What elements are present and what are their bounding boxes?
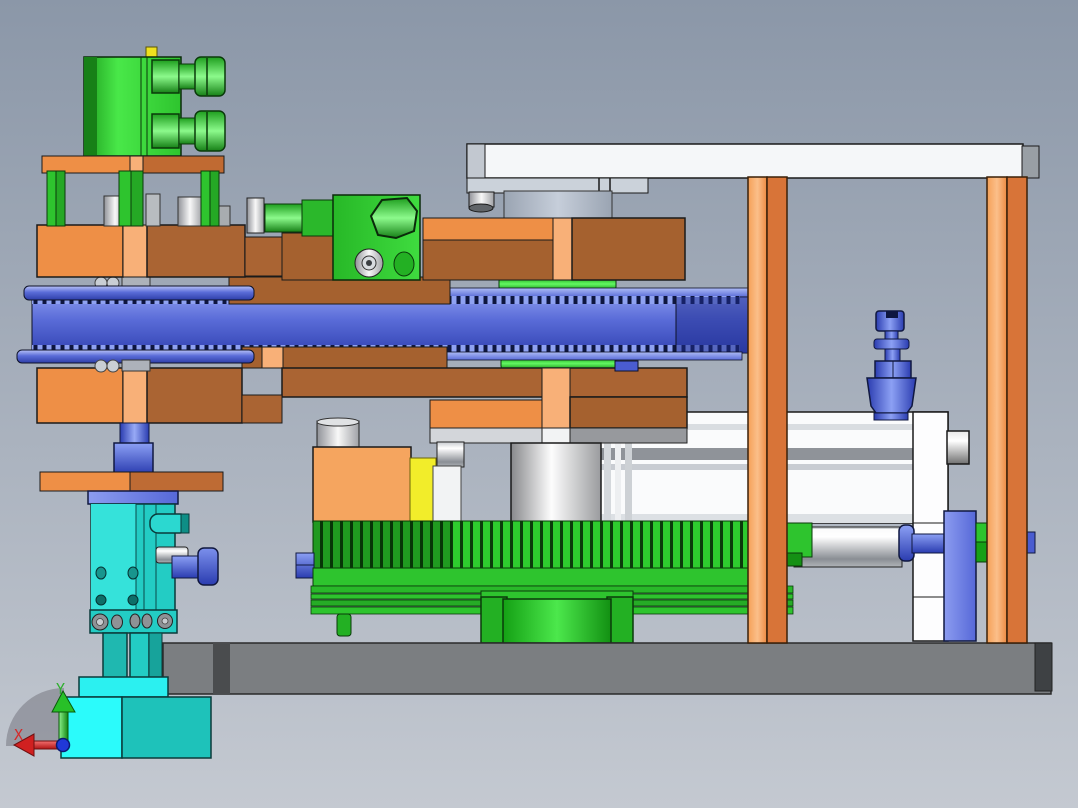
base-plate (162, 642, 1053, 695)
pedestal-mount (480, 590, 634, 644)
cad-viewport[interactable]: X Y (0, 0, 1078, 808)
axis-y-label: Y (56, 680, 66, 698)
axis-x-label: X (14, 726, 24, 744)
assembly-3d-view (0, 0, 1078, 808)
